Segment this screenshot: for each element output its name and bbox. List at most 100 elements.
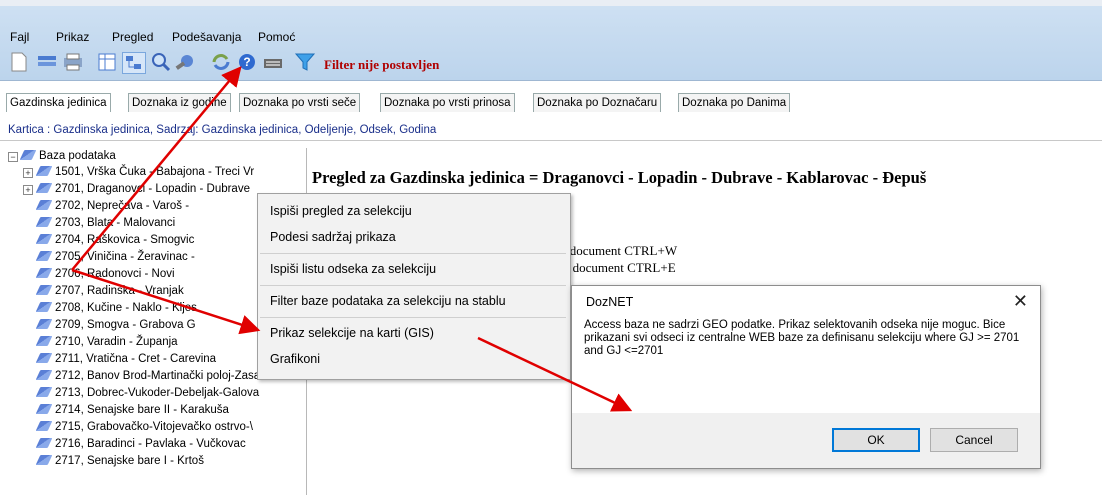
tree-item-label: 2714, Senajske bare II - Karakuša [55,404,229,416]
menu-item-ispisi-pregled[interactable]: Ispiši pregled za selekciju [270,204,412,218]
dialog-message: Access baza ne sadrzi GEO podatke. Prika… [584,319,1020,357]
tree-item-label: 2704, Raškovica - Smogvic [55,234,195,246]
tree-item-label: 2715, Grabovačko-Vitojevačko ostrvo-\ [55,421,253,433]
context-menu: Ispiši pregled za selekciju Podesi sadrž… [257,193,571,380]
menu-pregled[interactable]: Pregled [112,30,153,44]
expand-toggle[interactable]: + [23,185,33,195]
tree-item[interactable]: 1501, Vrška Čuka - Babajona - Treci Vr [35,164,255,180]
tree-item[interactable]: 2713, Dobrec-Vukoder-Debeljak-Galova [35,385,259,401]
tree-item-label: 2705, Viničina - Žeravinac - [55,251,195,263]
tree-item[interactable]: 2703, Blata - Malovanci [35,215,176,231]
node-icon [35,285,53,295]
menu-separator [260,317,566,318]
tree-item[interactable]: 2707, Radinska - Vranjak [35,283,184,299]
tree-item[interactable]: 2715, Grabovačko-Vitojevačko ostrvo-\ [35,419,253,435]
menu-separator [260,285,566,286]
tree-item[interactable]: 2716, Baradinci - Pavlaka - Vučkovac [35,436,246,452]
tab-doznaka-iz-godine[interactable]: Doznaka iz godine [128,93,231,112]
menu-prikaz[interactable]: Prikaz [56,30,89,44]
tree-item[interactable]: 2711, Vratična - Cret - Carevina [35,351,217,367]
tab-doznaka-po-danima[interactable]: Doznaka po Danima [678,93,791,112]
tree-item[interactable]: 2710, Varadin - Županja [35,334,178,350]
window-top-edge [0,0,1102,6]
ok-button[interactable]: OK [832,428,920,452]
tab-strip: Gazdinska jedinica Doznaka iz godine Doz… [0,90,1102,114]
tree-item[interactable]: 2714, Senajske bare II - Karakuša [35,402,229,418]
menu-item-filter-baze[interactable]: Filter baze podataka za selekciju na sta… [270,294,506,308]
tree-item[interactable]: 2717, Senajske bare I - Krtoš [35,453,204,469]
node-icon [35,455,53,465]
tree-item[interactable]: 2708, Kučine - Naklo - Kljes [35,300,197,316]
node-icon [35,268,53,278]
tab-doznaka-po-vrsti-sece[interactable]: Doznaka po vrsti seče [239,93,361,112]
tree-item-label: 2711, Vratična - Cret - Carevina [55,353,217,365]
cancel-button[interactable]: Cancel [930,428,1018,452]
tree-item[interactable]: 2712, Banov Brod-Martinački poloj-Zasa [35,368,261,384]
node-icon [35,370,53,380]
search-icon[interactable] [150,52,172,72]
dialog-titlebar: DozNET ✕ [572,286,1040,318]
tab-doznaka-po-vrsti-prinosa[interactable]: Doznaka po vrsti prinosa [380,93,515,112]
keyboard-icon[interactable] [262,52,284,72]
menu-item-grafikoni[interactable]: Grafikoni [270,352,320,366]
node-icon [35,234,53,244]
tree-item[interactable]: 2705, Viničina - Žeravinac - [35,249,195,265]
menu-podesavanja[interactable]: Podešavanja [172,30,241,44]
node-icon [35,336,53,346]
dialog-title: DozNET [586,295,634,309]
node-icon [35,302,53,312]
node-icon [35,438,53,448]
message-dialog: DozNET ✕ Access baza ne sadrzi GEO podat… [571,285,1041,469]
tree-item-label: 2708, Kučine - Naklo - Kljes [55,302,197,314]
menu-item-ispisi-listu-odseka[interactable]: Ispiši listu odseka za selekciju [270,262,436,276]
divider [0,140,1102,141]
tree-item-label: 2712, Banov Brod-Martinački poloj-Zasa [55,370,261,382]
tree-root[interactable]: Baza podataka [19,148,116,164]
node-icon [35,183,53,193]
close-icon[interactable]: ✕ [1013,291,1028,312]
tree-item[interactable]: 2702, Neprečava - Varoš - [35,198,189,214]
tree-item-label: 2717, Senajske bare I - Krtoš [55,455,204,467]
help-icon[interactable]: ? [236,52,258,72]
node-icon [35,319,53,329]
collapse-toggle-root[interactable]: − [8,152,18,162]
menu-toolbar-area: Fajl Prikaz Pregled Podešavanja Pomoć ? … [0,0,1102,81]
table-icon[interactable] [96,52,118,72]
list-icon[interactable] [36,52,58,72]
tree-item-label: 2709, Smogva - Grabova G [55,319,196,331]
menu-pomoc[interactable]: Pomoć [258,30,295,44]
tab-gazdinska-jedinica[interactable]: Gazdinska jedinica [6,93,111,112]
print-icon[interactable] [62,52,84,72]
tree-item-label: 2703, Blata - Malovanci [55,217,176,229]
tools-icon[interactable] [174,52,196,72]
tree-root-label: Baza podataka [39,150,116,162]
menu-separator [260,253,566,254]
tree-item-label: 2716, Baradinci - Pavlaka - Vučkovac [55,438,246,450]
new-doc-icon[interactable] [8,52,30,72]
tree-item[interactable]: 2704, Raškovica - Smogvic [35,232,195,248]
doc-shortcut-line: d document CTRL+W [560,243,678,258]
node-icon [35,200,53,210]
tree-item-label: 1501, Vrška Čuka - Babajona - Treci Vr [55,166,255,178]
filter-icon[interactable] [294,52,316,72]
tree-item[interactable]: 2706, Radonovci - Novi [35,266,175,282]
menu-item-podesi-sadrzaj[interactable]: Podesi sadržaj prikaza [270,230,396,244]
node-icon [35,251,53,261]
tree-item[interactable]: 2701, Draganovci - Lopadin - Dubrave [35,181,250,197]
filter-status-text: Filter nije postavljen [324,57,440,72]
node-icon [35,404,53,414]
tree-item-label: 2706, Radonovci - Novi [55,268,175,280]
tree-icon[interactable] [122,52,146,74]
menu-fajl[interactable]: Fajl [10,30,29,44]
node-icon [35,217,53,227]
doc-shortcut-line: el document CTRL+E [560,260,676,275]
svg-text:?: ? [243,55,250,69]
refresh-icon[interactable] [210,52,232,72]
node-icon [35,387,53,397]
page-title: Pregled za Gazdinska jedinica = Draganov… [312,168,927,187]
expand-toggle[interactable]: + [23,168,33,178]
menu-item-prikaz-na-karti[interactable]: Prikaz selekcije na karti (GIS) [270,326,434,340]
tab-doznaka-po-doznacaru[interactable]: Doznaka po Doznačaru [533,93,662,112]
node-icon [35,421,53,431]
tree-item[interactable]: 2709, Smogva - Grabova G [35,317,196,333]
